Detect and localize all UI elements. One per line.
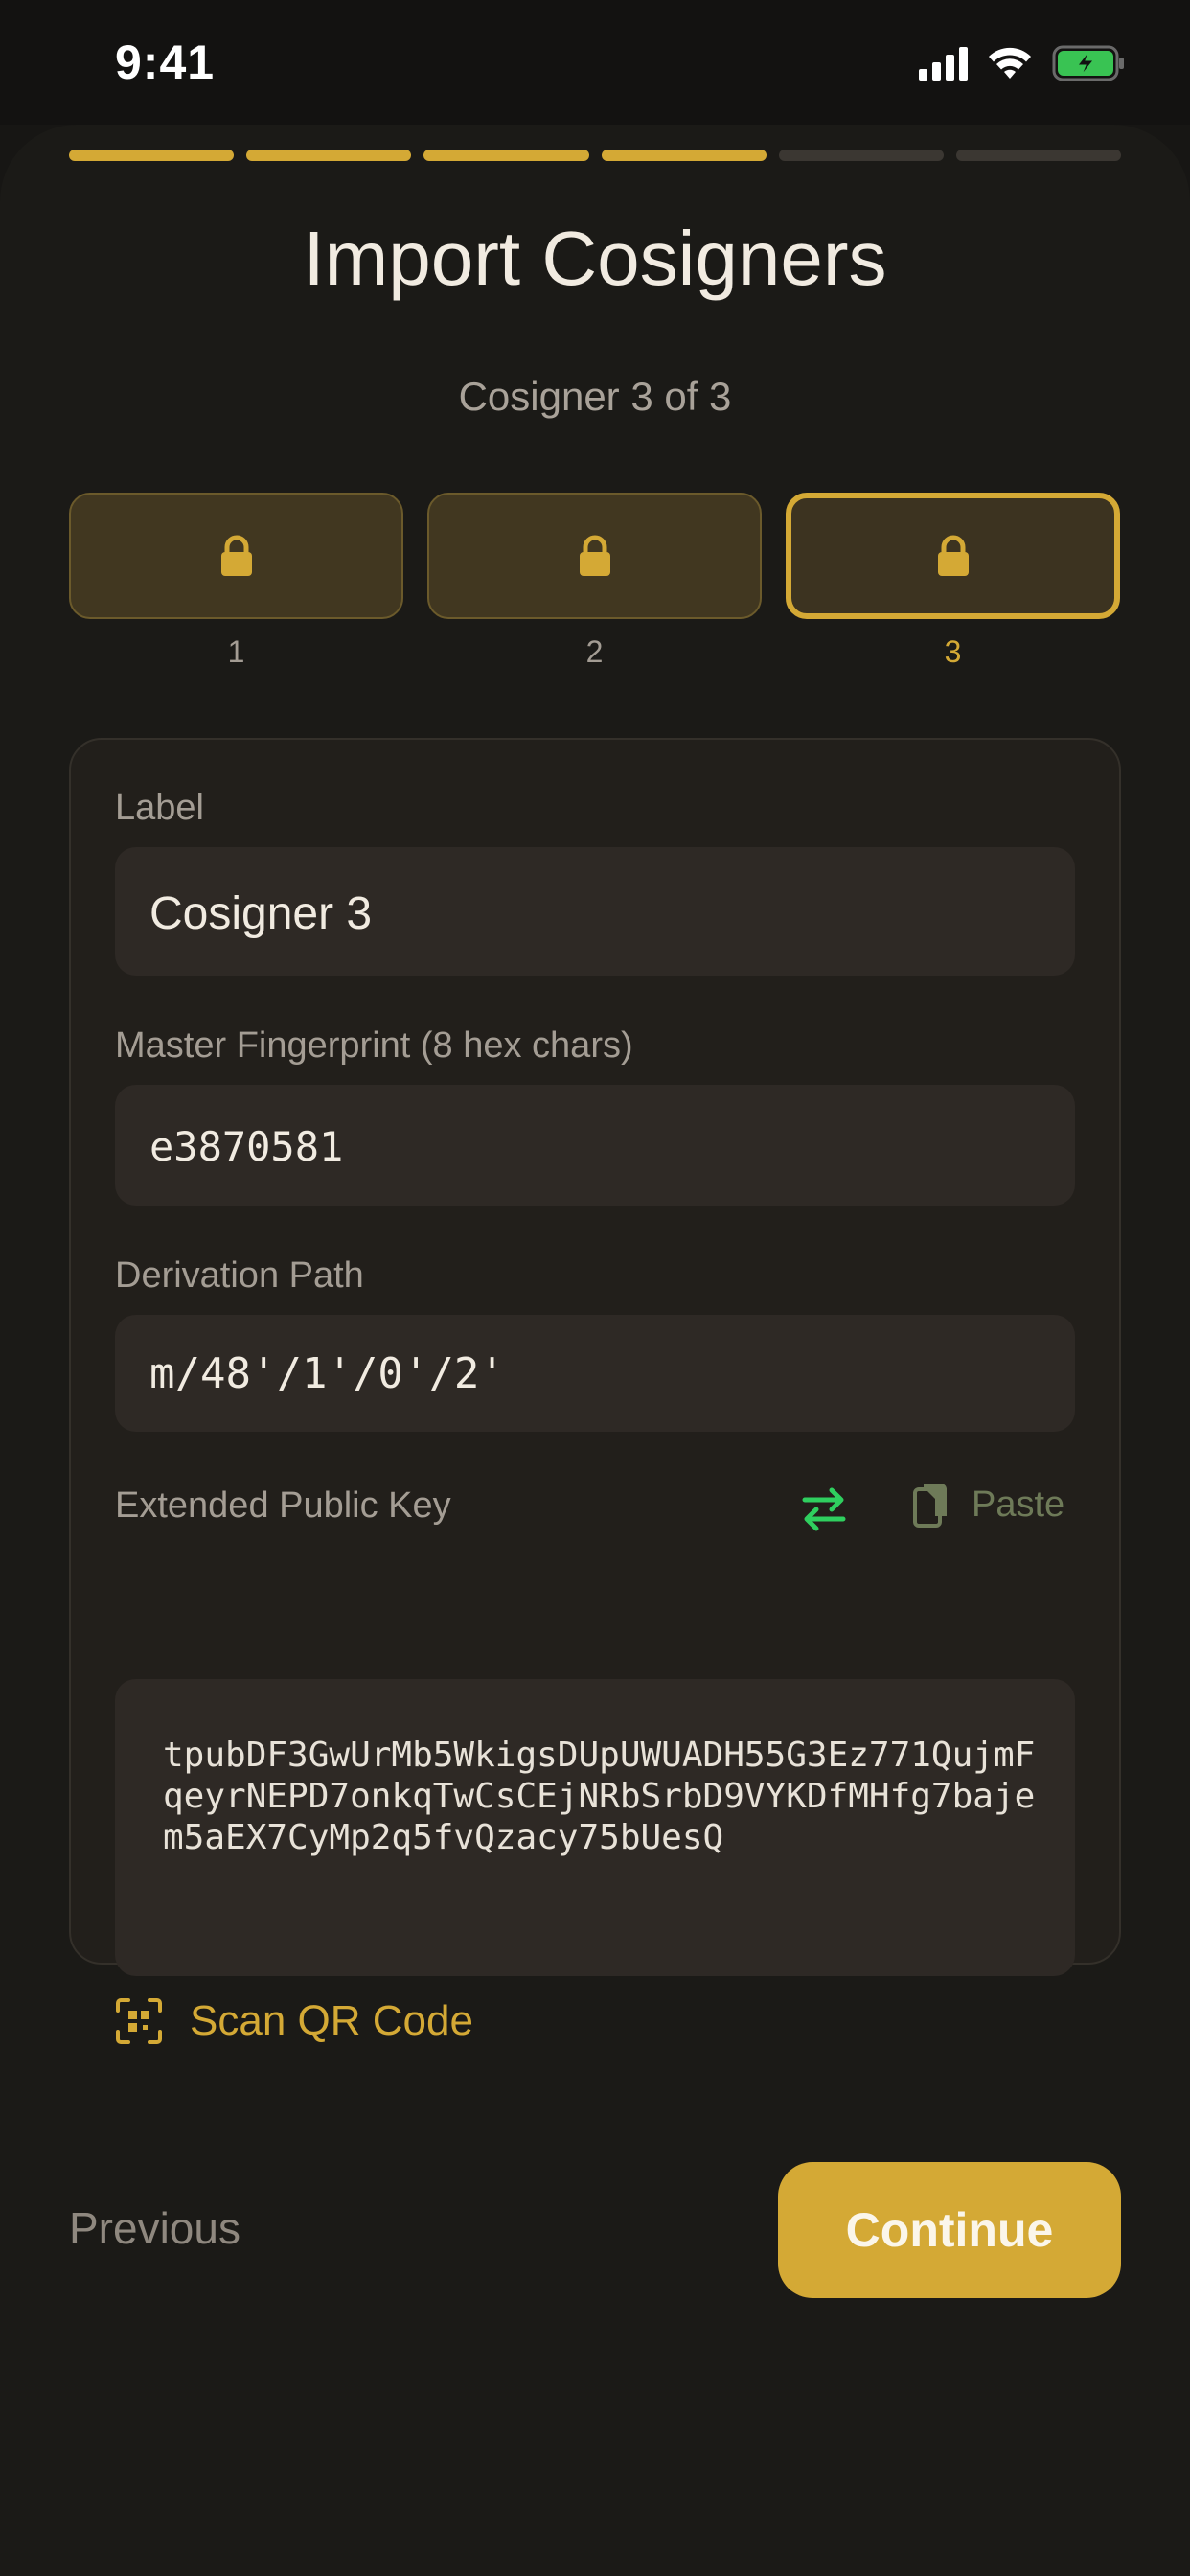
cosigner-tile-1[interactable]: 1 — [69, 493, 403, 670]
cellular-signal-icon — [919, 46, 968, 80]
status-icons — [919, 42, 1127, 84]
paste-button[interactable]: Paste — [912, 1480, 1064, 1530]
progress-step-complete — [69, 150, 235, 161]
xpub-textarea[interactable]: tpubDF3GwUrMb5WkigsDUpUWUADH55G3Ez771Quj… — [115, 1679, 1075, 1976]
page-title: Import Cosigners — [303, 216, 887, 301]
cosigner-tile-3[interactable]: 3 — [786, 493, 1120, 670]
label-input[interactable]: Cosigner 3 — [115, 847, 1075, 976]
fingerprint-input[interactable]: e3870581 — [115, 1085, 1075, 1206]
battery-charging-icon — [1052, 45, 1124, 81]
derivation-path-label: Derivation Path — [115, 1255, 364, 1296]
scan-qr-button[interactable]: Scan QR Code — [115, 1997, 473, 2045]
status-time: 9:41 — [115, 35, 216, 89]
paste-label: Paste — [972, 1484, 1065, 1525]
derivation-path-input[interactable]: m/48'/1'/0'/2' — [115, 1315, 1075, 1432]
progress-step-complete — [601, 150, 767, 161]
xpub-value: tpubDF3GwUrMb5WkigsDUpUWUADH55G3Ez771Quj… — [163, 1736, 1036, 1857]
progress-step-complete — [246, 150, 412, 161]
fingerprint-field-label: Master Fingerprint (8 hex chars) — [115, 1025, 633, 1066]
cosigner-tile-label: 1 — [227, 634, 245, 669]
derivation-path-value: m/48'/1'/0'/2' — [149, 1349, 505, 1398]
scan-qr-label: Scan QR Code — [190, 1997, 473, 2044]
cosigner-counter: Cosigner 3 of 3 — [458, 374, 732, 419]
cosigner-selector: 1 2 3 — [69, 493, 1121, 670]
continue-button[interactable]: Continue — [778, 2162, 1121, 2298]
qr-code-scan-icon — [116, 1998, 162, 2044]
progress-step-pending — [955, 150, 1122, 161]
cosigner-tile-2[interactable]: 2 — [427, 493, 762, 670]
lock-icon — [937, 535, 969, 576]
previous-button[interactable]: Previous — [69, 2202, 240, 2254]
status-bar: 9:41 — [0, 0, 1190, 125]
fingerprint-input-value: e3870581 — [149, 1123, 344, 1170]
import-sheet: Import Cosigners Cosigner 3 of 3 1 2 3 L… — [0, 125, 1190, 2576]
lock-icon — [579, 535, 610, 576]
cosigner-tile-label: 2 — [585, 634, 604, 669]
wifi-icon — [989, 47, 1031, 79]
progress-step-complete — [423, 150, 589, 161]
cosigner-tile-label: 3 — [944, 634, 962, 669]
cosigner-form-card: Label Cosigner 3 Master Fingerprint (8 h… — [69, 738, 1121, 2044]
label-field-label: Label — [115, 788, 204, 828]
clipboard-icon — [913, 1484, 947, 1528]
step-progress-bar — [69, 150, 1122, 161]
label-input-value: Cosigner 3 — [149, 888, 373, 939]
lock-icon — [220, 535, 252, 576]
xpub-field-label: Extended Public Key — [115, 1485, 451, 1526]
swap-format-icon[interactable] — [801, 1485, 847, 1533]
progress-step-pending — [778, 150, 944, 161]
